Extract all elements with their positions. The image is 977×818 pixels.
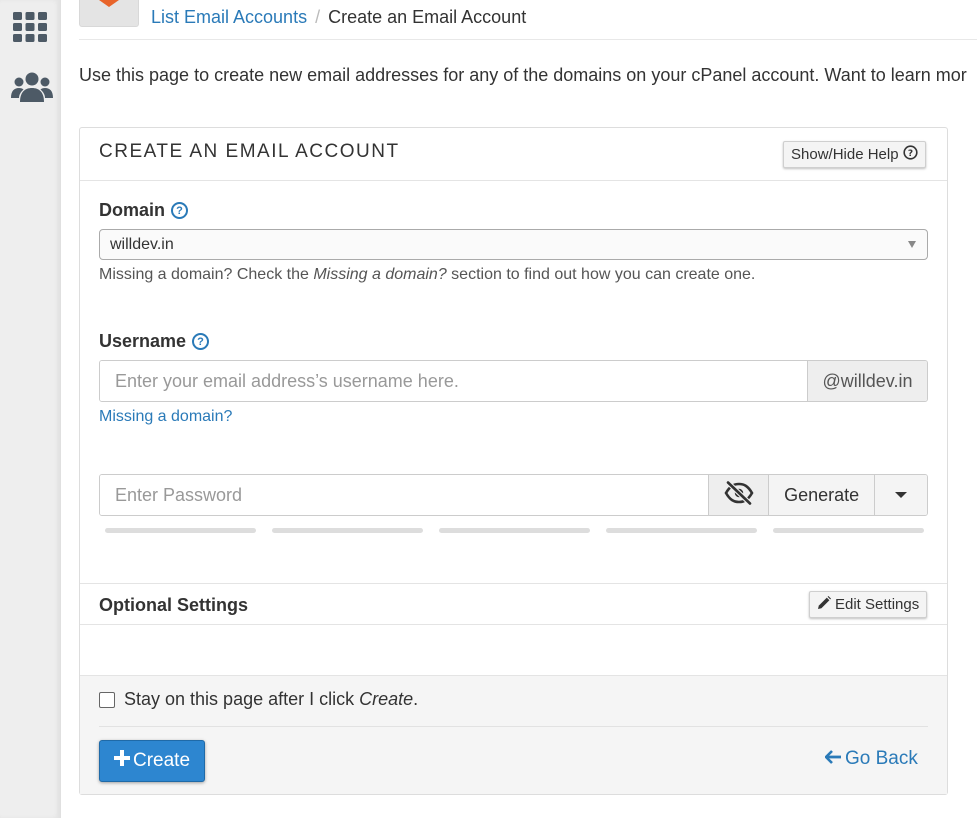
sidebar	[0, 0, 61, 818]
edit-settings-label: Edit Settings	[835, 596, 920, 613]
create-button[interactable]: Create	[99, 740, 205, 782]
pencil-icon	[817, 595, 831, 614]
domain-select[interactable]: willdev.in	[99, 229, 928, 260]
stay-label-emphasis: Create	[359, 689, 414, 709]
domain-suffix-addon: @willdev.in	[807, 361, 927, 401]
strength-segment	[105, 528, 256, 533]
panel-footer: Stay on this page after I click Create. …	[80, 675, 947, 794]
breadcrumb-list-email-accounts[interactable]: List Email Accounts	[151, 7, 307, 27]
username-input-group: @willdev.in	[99, 360, 928, 402]
question-circle-icon: ?	[902, 145, 918, 164]
username-input[interactable]	[100, 361, 807, 401]
breadcrumb-current: Create an Email Account	[328, 7, 527, 27]
eye-slash-icon	[724, 480, 754, 510]
optional-settings-header: Optional Settings Edit Settings	[80, 583, 947, 625]
strength-segment	[272, 528, 423, 533]
optional-settings-title: Optional Settings	[99, 595, 249, 615]
domain-label-row: Domain ?	[99, 200, 189, 221]
users-icon[interactable]	[10, 71, 54, 110]
create-button-label: Create	[132, 750, 191, 771]
panel-title: CREATE AN EMAIL ACCOUNT	[99, 141, 400, 162]
username-label-row: Username ?	[99, 331, 210, 352]
stay-on-page-checkbox[interactable]	[99, 691, 115, 708]
generate-password-button[interactable]: Generate	[768, 475, 875, 515]
go-back-link[interactable]: Go Back	[824, 748, 918, 770]
strength-segment	[773, 528, 924, 533]
stay-label-prefix: Stay on this page after I click	[124, 689, 360, 709]
panel-header: CREATE AN EMAIL ACCOUNT Show/Hide Help ?	[80, 128, 947, 181]
plus-icon	[113, 750, 130, 772]
strength-segment	[439, 528, 590, 533]
missing-domain-link[interactable]: Missing a domain?	[99, 408, 232, 426]
password-strength-meter	[105, 528, 924, 533]
caret-down-icon	[908, 241, 916, 248]
domain-help-emphasis: Missing a domain?	[313, 266, 447, 283]
apps-grid-icon[interactable]	[10, 10, 50, 49]
stay-label-suffix: .	[413, 689, 419, 709]
footer-divider	[99, 726, 928, 727]
username-label: Username	[99, 331, 187, 351]
create-email-panel: CREATE AN EMAIL ACCOUNT Show/Hide Help ?…	[79, 127, 948, 795]
domain-selected-value: willdev.in	[110, 236, 174, 253]
domain-help-text: Missing a domain? Check the Missing a do…	[99, 266, 755, 284]
toggle-password-visibility-button[interactable]	[708, 475, 769, 515]
breadcrumb-separator: /	[315, 7, 321, 27]
stay-on-page-option[interactable]: Stay on this page after I click Create.	[99, 689, 418, 710]
password-input-group: Generate	[99, 474, 928, 516]
generate-options-dropdown[interactable]	[874, 475, 927, 515]
domain-label: Domain	[99, 200, 166, 220]
email-app-logo-icon	[79, 0, 139, 27]
username-help-icon[interactable]: ?	[192, 333, 210, 350]
strength-segment	[606, 528, 757, 533]
page-description: Use this page to create new email addres…	[79, 65, 967, 85]
password-input[interactable]	[100, 475, 709, 515]
top-bar: List Email Accounts / Create an Email Acco…	[79, 0, 977, 40]
show-hide-help-label: Show/Hide Help	[791, 146, 899, 163]
domain-help-prefix: Missing a domain? Check the	[99, 266, 314, 283]
breadcrumb: List Email Accounts / Create an Email Acco…	[151, 7, 526, 28]
arrow-left-icon	[824, 748, 841, 770]
show-hide-help-button[interactable]: Show/Hide Help ?	[783, 141, 926, 168]
main-content: List Email Accounts / Create an Email Acco…	[79, 0, 977, 818]
svg-text:?: ?	[907, 149, 912, 159]
domain-help-icon[interactable]: ?	[171, 202, 189, 219]
stay-on-page-label: Stay on this page after I click Create.	[124, 689, 418, 710]
caret-down-icon	[895, 492, 908, 498]
domain-help-suffix: section to find out how you can create o…	[446, 266, 756, 283]
edit-settings-button[interactable]: Edit Settings	[809, 591, 928, 618]
go-back-label: Go Back	[845, 748, 918, 769]
